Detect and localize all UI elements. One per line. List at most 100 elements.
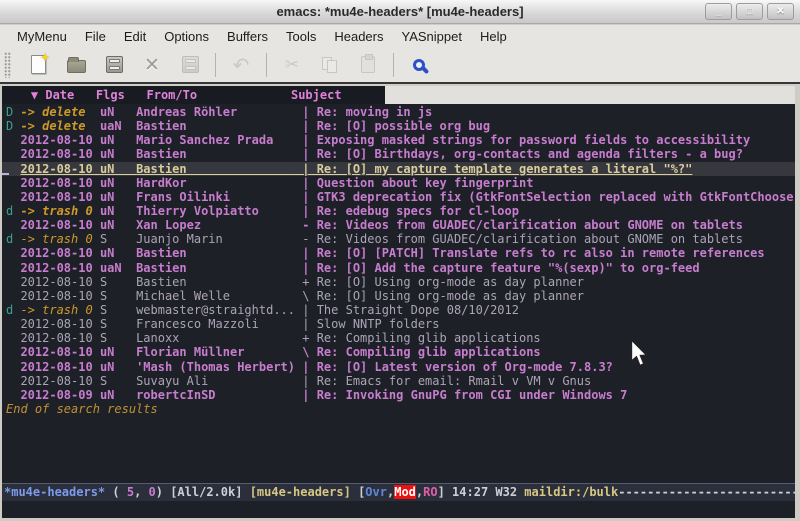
modeline-segment: 0 bbox=[149, 485, 156, 499]
flags-field: S bbox=[100, 331, 136, 345]
message-row[interactable]: 2012-08-10 S Suvayu Ali | Re: Emacs for … bbox=[6, 374, 795, 388]
modeline-segment: 14:27 W32 bbox=[452, 485, 524, 499]
modeline-segment: *mu4e-headers* bbox=[4, 485, 112, 499]
toolbar-separator bbox=[215, 53, 216, 77]
cut-button[interactable]: ✂ bbox=[277, 50, 307, 80]
from-field: Thierry Volpiatto bbox=[136, 204, 295, 218]
message-row[interactable]: d -> trash 0 S webmaster@straightd... | … bbox=[6, 303, 795, 317]
menu-help[interactable]: Help bbox=[471, 27, 516, 46]
mode-line: *mu4e-headers* ( 5, 0) [All/2.0k] [mu4e-… bbox=[2, 483, 795, 501]
message-row[interactable]: 2012-08-10 uN Bastien | Re: [O] Birthday… bbox=[6, 147, 795, 161]
close-icon: ✕ bbox=[144, 54, 160, 76]
mark-indicator bbox=[6, 374, 20, 388]
save-icon bbox=[106, 56, 123, 73]
subject-field: \ Re: Compiling glib applications bbox=[295, 345, 541, 359]
subject-field: | Question about key fingerprint bbox=[295, 176, 533, 190]
copy-button[interactable] bbox=[315, 50, 345, 80]
date-field: 2012-08-10 bbox=[20, 275, 99, 289]
message-line: 2012-08-10 S Lanoxx + Re: Compiling glib… bbox=[20, 331, 540, 345]
date-field: 2012-08-10 bbox=[20, 176, 99, 190]
message-row[interactable]: 2012-08-10 S Michael Welle \ Re: [O] Usi… bbox=[6, 289, 795, 303]
date-field: 2012-08-10 bbox=[20, 246, 99, 260]
message-row[interactable]: d -> trash 0 S Juanjo Marin - Re: Videos… bbox=[6, 232, 795, 246]
flags-field: uN bbox=[100, 105, 136, 119]
from-field: Juanjo Marin bbox=[136, 232, 295, 246]
minimize-button[interactable]: _ bbox=[705, 3, 732, 20]
date-field: 2012-08-10 bbox=[20, 147, 99, 161]
menu-edit[interactable]: Edit bbox=[115, 27, 155, 46]
message-row[interactable]: 2012-08-10 uN Xan Lopez - Re: Videos fro… bbox=[6, 218, 795, 232]
flags-field: uN bbox=[100, 162, 136, 176]
from-field: robertcInSD bbox=[136, 388, 295, 402]
mark-indicator bbox=[6, 261, 20, 275]
message-row[interactable]: 2012-08-10 uN 'Mash (Thomas Herbert) | R… bbox=[6, 360, 795, 374]
flags-field: uaN bbox=[100, 119, 136, 133]
subject-field: | Re: [O] Birthdays, org-contacts and ag… bbox=[295, 147, 743, 161]
mark-indicator bbox=[6, 388, 20, 402]
toolbar-grip-handle[interactable] bbox=[4, 52, 11, 78]
maximize-button[interactable]: □ bbox=[736, 3, 763, 20]
menu-buffers[interactable]: Buffers bbox=[218, 27, 277, 46]
subject-field: | Re: edebug specs for cl-loop bbox=[295, 204, 519, 218]
date-field: 2012-08-10 bbox=[20, 289, 99, 303]
message-line: -> delete uaN Bastien | Re: [O] possible… bbox=[20, 119, 490, 133]
echo-area[interactable] bbox=[2, 501, 795, 518]
message-row[interactable]: 2012-08-10 uaN Bastien | Re: [O] Add the… bbox=[6, 261, 795, 275]
flags-field: S bbox=[100, 317, 136, 331]
message-row[interactable]: 2012-08-10 uN Bastien | Re: [O] [PATCH] … bbox=[6, 246, 795, 260]
message-row[interactable]: 2012-08-10 uN Bastien | Re: [O] my captu… bbox=[2, 162, 795, 176]
message-row[interactable]: D -> delete uaN Bastien | Re: [O] possib… bbox=[6, 119, 795, 133]
message-line: 2012-08-10 uaN Bastien | Re: [O] Add the… bbox=[20, 261, 699, 275]
flags-field: uN bbox=[100, 176, 136, 190]
date-field: 2012-08-09 bbox=[20, 388, 99, 402]
message-row[interactable]: 2012-08-10 S Bastien + Re: [O] Using org… bbox=[6, 275, 795, 289]
message-line: -> delete uN Andreas Röhler | Re: moving… bbox=[20, 105, 432, 119]
date-field: 2012-08-10 bbox=[20, 261, 99, 275]
new-file-button[interactable]: ✦ bbox=[23, 50, 53, 80]
mark-indicator bbox=[6, 289, 20, 303]
flags-field: uN bbox=[100, 218, 136, 232]
menu-tools[interactable]: Tools bbox=[277, 27, 325, 46]
message-row[interactable]: 2012-08-10 S Lanoxx + Re: Compiling glib… bbox=[6, 331, 795, 345]
save-button[interactable] bbox=[99, 50, 129, 80]
flags-field: uN bbox=[100, 345, 136, 359]
flags-field: uN bbox=[100, 204, 136, 218]
message-row[interactable]: 2012-08-10 uN Florian Müllner \ Re: Comp… bbox=[6, 345, 795, 359]
message-row[interactable]: 2012-08-10 uN Frans Oilinki | GTK3 depre… bbox=[6, 190, 795, 204]
close-buffer-button[interactable]: ✕ bbox=[137, 50, 167, 80]
save-as-icon bbox=[182, 56, 199, 73]
search-icon bbox=[413, 59, 425, 71]
date-field: -> delete bbox=[20, 119, 99, 133]
flags-field: S bbox=[100, 303, 136, 317]
mouse-cursor bbox=[630, 340, 648, 372]
message-row[interactable]: 2012-08-10 S Francesco Mazzoli | Slow NN… bbox=[6, 317, 795, 331]
save-as-button[interactable] bbox=[175, 50, 205, 80]
window-title: emacs: *mu4e-headers* [mu4e-headers] bbox=[276, 4, 523, 19]
search-button[interactable] bbox=[404, 50, 434, 80]
menu-yasnippet[interactable]: YASnippet bbox=[392, 27, 470, 46]
message-row[interactable]: D -> delete uN Andreas Röhler | Re: movi… bbox=[6, 105, 795, 119]
menu-headers[interactable]: Headers bbox=[325, 27, 392, 46]
close-button[interactable]: ✕ bbox=[767, 3, 794, 20]
mark-indicator bbox=[6, 246, 20, 260]
message-row[interactable]: 2012-08-09 uN robertcInSD | Re: Invoking… bbox=[6, 388, 795, 402]
message-row[interactable]: d -> trash 0 uN Thierry Volpiatto | Re: … bbox=[6, 204, 795, 218]
paste-button[interactable] bbox=[353, 50, 383, 80]
menu-options[interactable]: Options bbox=[155, 27, 218, 46]
from-field: Andreas Röhler bbox=[136, 105, 295, 119]
message-line: 2012-08-10 S Suvayu Ali | Re: Emacs for … bbox=[20, 374, 591, 388]
undo-button[interactable]: ↶ bbox=[226, 50, 256, 80]
date-field: 2012-08-10 bbox=[20, 317, 99, 331]
flags-field: S bbox=[100, 374, 136, 388]
open-file-button[interactable] bbox=[61, 50, 91, 80]
message-row[interactable]: 2012-08-10 uN HardKor | Question about k… bbox=[6, 176, 795, 190]
subject-field: | Re: Emacs for email: Rmail v VM v Gnus bbox=[295, 374, 591, 388]
modeline-segment: Mod bbox=[394, 485, 416, 499]
menu-mymenu[interactable]: MyMenu bbox=[8, 27, 76, 46]
message-row[interactable]: 2012-08-10 uN Mario Sanchez Prada | Expo… bbox=[6, 133, 795, 147]
from-field: Suvayu Ali bbox=[136, 374, 295, 388]
menu-file[interactable]: File bbox=[76, 27, 115, 46]
mark-indicator bbox=[6, 317, 20, 331]
mark-indicator bbox=[6, 331, 20, 345]
from-field: Bastien bbox=[136, 162, 295, 176]
